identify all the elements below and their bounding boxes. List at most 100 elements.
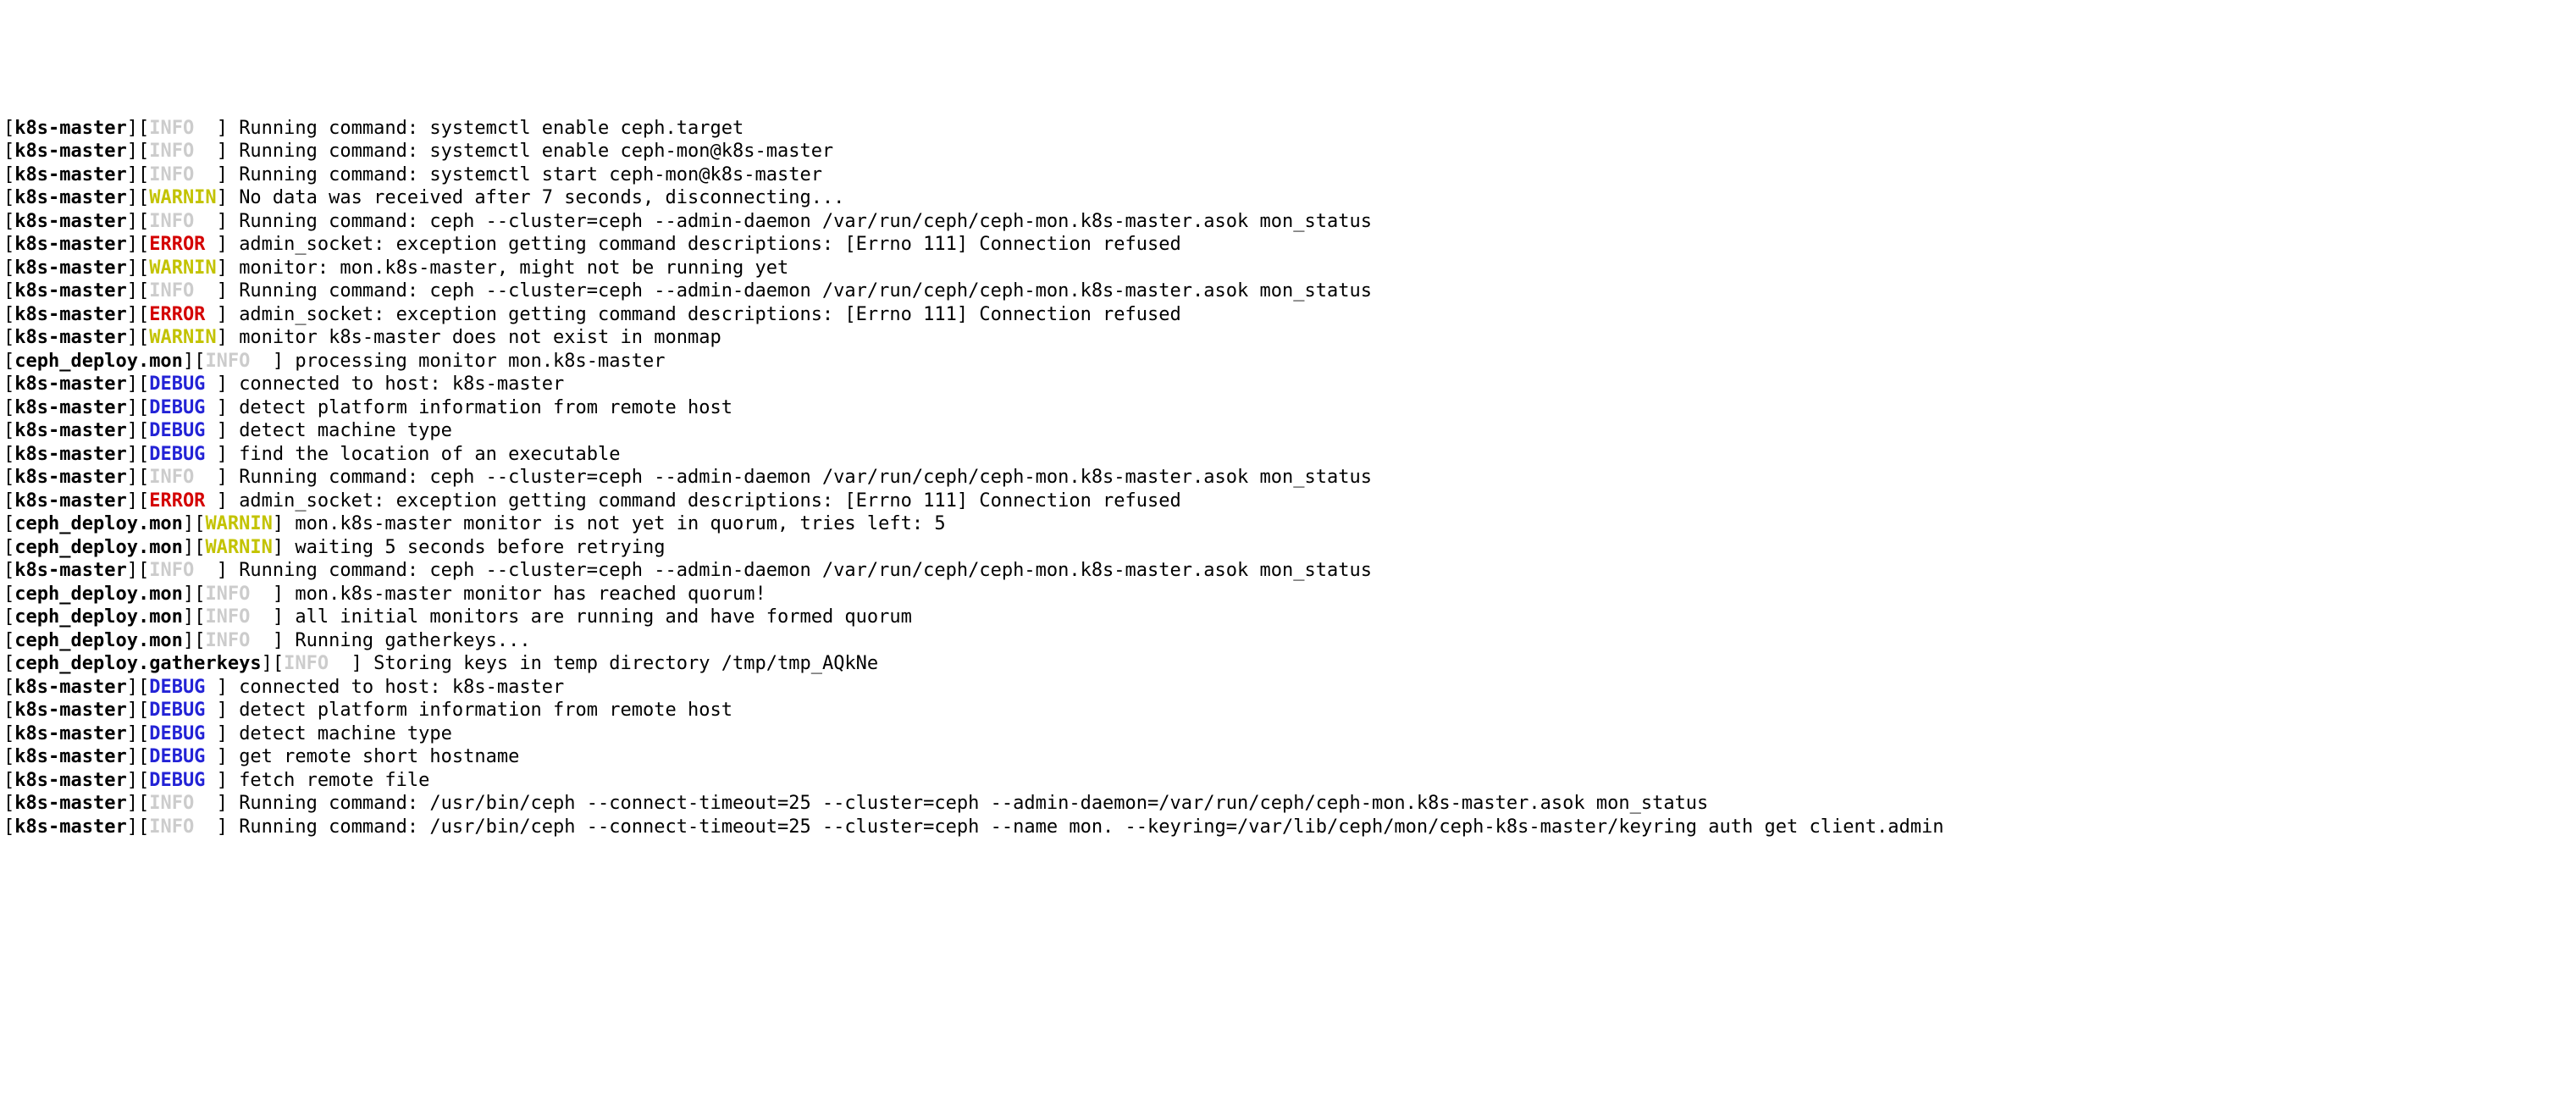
log-line: [k8s-master][DEBUG ] detect machine type [3, 722, 2573, 746]
log-source: k8s-master [14, 211, 126, 232]
log-line: [k8s-master][INFO ] Running command: cep… [3, 279, 2573, 303]
log-source: k8s-master [14, 304, 126, 325]
log-message: detect machine type [239, 420, 452, 441]
log-message: Running command: ceph --cluster=ceph --a… [239, 467, 1372, 488]
log-level: INFO [205, 606, 272, 628]
log-line: [k8s-master][INFO ] Running command: /us… [3, 816, 2573, 839]
log-source: k8s-master [14, 187, 126, 208]
log-level: INFO [149, 211, 216, 232]
log-level: INFO [284, 653, 351, 674]
log-level: INFO [149, 118, 216, 139]
log-line: [k8s-master][ERROR ] admin_socket: excep… [3, 303, 2573, 327]
log-line: [ceph_deploy.gatherkeys][INFO ] Storing … [3, 652, 2573, 676]
log-source: k8s-master [14, 118, 126, 139]
log-line: [k8s-master][WARNIN] monitor k8s-master … [3, 326, 2573, 350]
log-line: [k8s-master][DEBUG ] detect platform inf… [3, 699, 2573, 722]
log-source: k8s-master [14, 700, 126, 721]
log-message: find the location of an executable [239, 444, 620, 465]
log-level: DEBUG [149, 397, 216, 418]
log-line: [k8s-master][DEBUG ] connected to host: … [3, 676, 2573, 700]
log-level: INFO [149, 280, 216, 302]
log-message: detect platform information from remote … [239, 700, 732, 721]
log-level: INFO [205, 584, 272, 605]
log-source: k8s-master [14, 234, 126, 255]
log-message: connected to host: k8s-master [239, 677, 575, 698]
log-message: Running command: systemctl start ceph-mo… [239, 164, 822, 185]
log-level: WARNIN [205, 537, 272, 558]
log-level: DEBUG [149, 770, 216, 791]
log-line: [k8s-master][ERROR ] admin_socket: excep… [3, 490, 2573, 513]
log-message: mon.k8s-master monitor is not yet in quo… [295, 513, 945, 534]
log-line: [k8s-master][DEBUG ] find the location o… [3, 443, 2573, 467]
log-line: [k8s-master][INFO ] Running command: sys… [3, 117, 2573, 141]
log-source: ceph_deploy.gatherkeys [14, 653, 261, 674]
log-message: detect machine type [239, 723, 452, 744]
log-source: k8s-master [14, 280, 126, 302]
log-line: [k8s-master][ERROR ] admin_socket: excep… [3, 233, 2573, 257]
log-level: DEBUG [149, 700, 216, 721]
log-message: Running command: systemctl enable ceph-m… [239, 141, 833, 162]
log-level: DEBUG [149, 677, 216, 698]
log-message: admin_socket: exception getting command … [239, 304, 1181, 325]
log-line: [ceph_deploy.mon][INFO ] all initial mon… [3, 606, 2573, 629]
log-level: INFO [149, 164, 216, 185]
log-message: Running command: ceph --cluster=ceph --a… [239, 560, 1372, 581]
log-message: Storing keys in temp directory /tmp/tmp_… [373, 653, 878, 674]
log-source: k8s-master [14, 770, 126, 791]
log-source: ceph_deploy.mon [14, 584, 183, 605]
log-source: k8s-master [14, 397, 126, 418]
log-line: [k8s-master][DEBUG ] get remote short ho… [3, 745, 2573, 769]
log-source: k8s-master [14, 560, 126, 581]
log-message: fetch remote file [239, 770, 429, 791]
log-level: WARNIN [149, 187, 216, 208]
terminal-output: [k8s-master][INFO ] Running command: sys… [0, 117, 2576, 839]
log-source: k8s-master [14, 327, 126, 348]
log-source: k8s-master [14, 467, 126, 488]
log-message: No data was received after 7 seconds, di… [239, 187, 844, 208]
log-level: DEBUG [149, 444, 216, 465]
log-line: [k8s-master][WARNIN] No data was receive… [3, 186, 2573, 210]
log-line: [ceph_deploy.mon][INFO ] mon.k8s-master … [3, 583, 2573, 606]
log-message: processing monitor mon.k8s-master [295, 351, 665, 372]
log-source: ceph_deploy.mon [14, 351, 183, 372]
log-level: WARNIN [149, 327, 216, 348]
log-message: connected to host: k8s-master [239, 373, 575, 395]
log-level: INFO [149, 816, 216, 838]
log-source: k8s-master [14, 164, 126, 185]
log-line: [k8s-master][INFO ] Running command: cep… [3, 559, 2573, 583]
log-level: INFO [205, 630, 272, 651]
log-source: k8s-master [14, 373, 126, 395]
log-message: Running command: /usr/bin/ceph --connect… [239, 816, 1943, 838]
log-level: ERROR [149, 490, 216, 512]
log-message: admin_socket: exception getting command … [239, 490, 1181, 512]
log-line: [ceph_deploy.mon][INFO ] processing moni… [3, 350, 2573, 373]
log-level: DEBUG [149, 723, 216, 744]
log-line: [k8s-master][DEBUG ] connected to host: … [3, 373, 2573, 396]
log-message: Running command: systemctl enable ceph.t… [239, 118, 744, 139]
log-level: INFO [149, 141, 216, 162]
log-source: k8s-master [14, 746, 126, 767]
log-line: [ceph_deploy.mon][INFO ] Running gatherk… [3, 629, 2573, 653]
log-message: detect platform information from remote … [239, 397, 732, 418]
log-message: Running command: ceph --cluster=ceph --a… [239, 211, 1372, 232]
log-message: Running gatherkeys... [295, 630, 530, 651]
log-message: get remote short hostname [239, 746, 519, 767]
log-message: all initial monitors are running and hav… [295, 606, 911, 628]
log-message: monitor: mon.k8s-master, might not be ru… [239, 257, 788, 279]
log-line: [k8s-master][INFO ] Running command: sys… [3, 140, 2573, 163]
log-source: ceph_deploy.mon [14, 537, 183, 558]
log-level: INFO [149, 793, 216, 814]
log-line: [k8s-master][INFO ] Running command: /us… [3, 792, 2573, 816]
log-level: DEBUG [149, 420, 216, 441]
log-source: k8s-master [14, 257, 126, 279]
log-line: [k8s-master][INFO ] Running command: cep… [3, 210, 2573, 234]
log-level: DEBUG [149, 746, 216, 767]
log-source: ceph_deploy.mon [14, 630, 183, 651]
log-level: WARNIN [149, 257, 216, 279]
log-line: [k8s-master][DEBUG ] detect machine type [3, 419, 2573, 443]
log-source: k8s-master [14, 793, 126, 814]
log-line: [k8s-master][DEBUG ] fetch remote file [3, 769, 2573, 793]
log-message: waiting 5 seconds before retrying [295, 537, 665, 558]
log-level: ERROR [149, 304, 216, 325]
log-message: admin_socket: exception getting command … [239, 234, 1181, 255]
